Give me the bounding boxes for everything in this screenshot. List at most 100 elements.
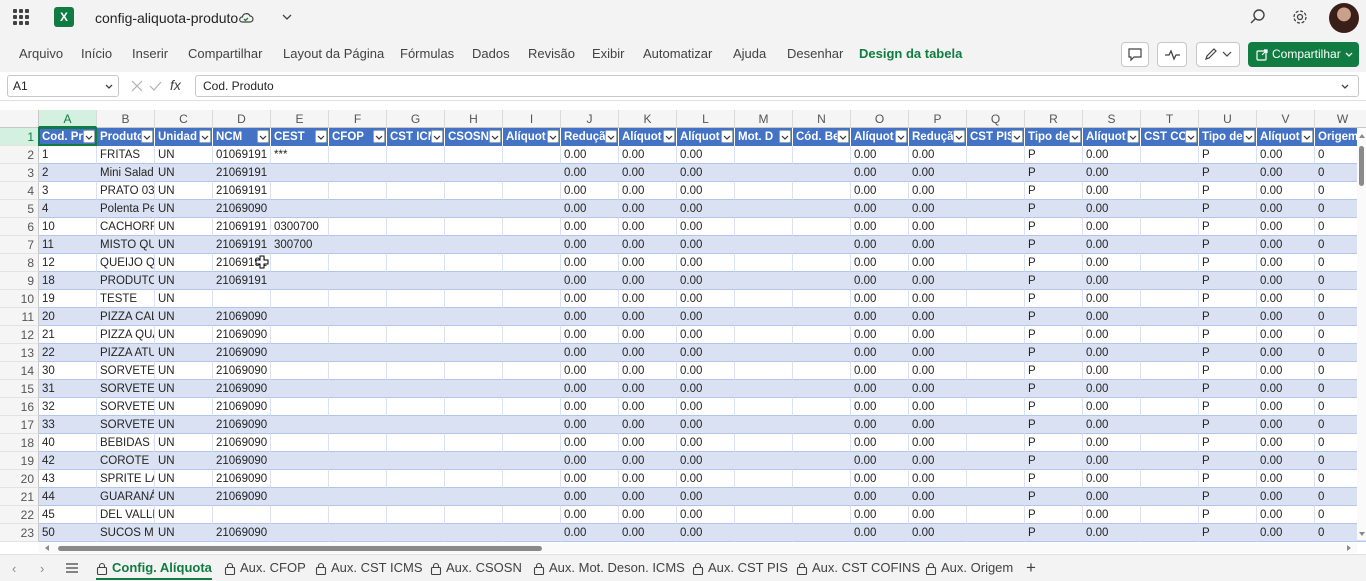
filter-dropdown-icon[interactable]: [953, 130, 965, 143]
table-cell[interactable]: P: [1025, 488, 1083, 506]
table-cell[interactable]: [967, 380, 1025, 398]
column-header-c[interactable]: C: [155, 110, 213, 128]
table-cell[interactable]: 0.00: [1083, 182, 1141, 200]
table-cell[interactable]: [735, 272, 793, 290]
table-cell[interactable]: [967, 218, 1025, 236]
column-header-f[interactable]: F: [329, 110, 387, 128]
table-cell[interactable]: [271, 470, 329, 488]
table-cell[interactable]: 0.00: [619, 236, 677, 254]
table-cell[interactable]: 21069090: [213, 416, 271, 434]
column-header-o[interactable]: O: [851, 110, 909, 128]
table-cell[interactable]: 44: [39, 488, 97, 506]
table-cell[interactable]: [503, 506, 561, 524]
table-cell[interactable]: 0.00: [619, 380, 677, 398]
table-cell[interactable]: 01069191: [213, 146, 271, 164]
table-cell[interactable]: P: [1199, 452, 1257, 470]
table-header-cell[interactable]: CSOSN: [445, 128, 503, 146]
table-cell[interactable]: 0.00: [1083, 146, 1141, 164]
search-icon[interactable]: [1249, 8, 1267, 26]
table-cell[interactable]: [271, 416, 329, 434]
table-cell[interactable]: 0.00: [619, 164, 677, 182]
table-cell[interactable]: [1141, 218, 1199, 236]
table-cell[interactable]: 0.00: [561, 452, 619, 470]
table-cell[interactable]: [793, 182, 851, 200]
table-cell[interactable]: [793, 434, 851, 452]
table-cell[interactable]: P: [1025, 164, 1083, 182]
table-cell[interactable]: 0.00: [561, 236, 619, 254]
table-cell[interactable]: 0.00: [619, 506, 677, 524]
table-cell[interactable]: 21069090: [213, 434, 271, 452]
table-cell[interactable]: [503, 398, 561, 416]
menu-layout-da-pagina[interactable]: Layout da Página: [283, 46, 384, 61]
table-cell[interactable]: [1141, 272, 1199, 290]
cancel-icon[interactable]: [130, 79, 144, 93]
table-cell[interactable]: 0.00: [1257, 290, 1315, 308]
table-cell[interactable]: [329, 452, 387, 470]
table-cell[interactable]: 0.00: [851, 344, 909, 362]
table-cell[interactable]: 0.00: [677, 182, 735, 200]
table-cell[interactable]: P: [1199, 470, 1257, 488]
table-cell[interactable]: [1141, 200, 1199, 218]
table-header-cell[interactable]: Alíquot: [1083, 128, 1141, 146]
sheet-tab[interactable]: Config. Alíquota: [96, 560, 212, 580]
table-cell[interactable]: [445, 362, 503, 380]
table-cell[interactable]: [967, 164, 1025, 182]
table-cell[interactable]: P: [1199, 290, 1257, 308]
table-cell[interactable]: P: [1025, 200, 1083, 218]
table-header-cell[interactable]: Reduçã: [561, 128, 619, 146]
table-cell[interactable]: [735, 236, 793, 254]
sheet-tab[interactable]: Aux. CST PIS: [692, 560, 788, 575]
table-cell[interactable]: [735, 416, 793, 434]
table-cell[interactable]: [271, 200, 329, 218]
column-header-k[interactable]: K: [619, 110, 677, 128]
table-cell[interactable]: 0.00: [909, 344, 967, 362]
table-cell[interactable]: [329, 200, 387, 218]
menu-arquivo[interactable]: Arquivo: [19, 46, 63, 61]
row-header-12[interactable]: 12: [0, 326, 39, 344]
table-cell[interactable]: [387, 290, 445, 308]
table-cell[interactable]: [503, 182, 561, 200]
table-cell[interactable]: [1141, 326, 1199, 344]
row-header-13[interactable]: 13: [0, 344, 39, 362]
confirm-icon[interactable]: [148, 79, 162, 93]
table-cell[interactable]: [445, 380, 503, 398]
table-cell[interactable]: 0.00: [677, 524, 735, 542]
table-cell[interactable]: [445, 164, 503, 182]
table-cell[interactable]: 0.00: [1257, 488, 1315, 506]
table-cell[interactable]: 12: [39, 254, 97, 272]
table-cell[interactable]: 0.00: [1083, 452, 1141, 470]
table-cell[interactable]: 0.00: [561, 434, 619, 452]
table-cell[interactable]: [329, 488, 387, 506]
column-header-s[interactable]: S: [1083, 110, 1141, 128]
table-cell[interactable]: [387, 506, 445, 524]
table-cell[interactable]: 0.00: [1257, 326, 1315, 344]
menu-design-da-tabela[interactable]: Design da tabela: [859, 46, 962, 61]
table-cell[interactable]: 18: [39, 272, 97, 290]
table-cell[interactable]: [503, 326, 561, 344]
table-cell[interactable]: 0.00: [677, 380, 735, 398]
table-cell[interactable]: 0.00: [677, 452, 735, 470]
row-header-7[interactable]: 7: [0, 236, 39, 254]
table-cell[interactable]: TESTE: [97, 290, 155, 308]
table-cell[interactable]: [793, 398, 851, 416]
table-cell[interactable]: 0.00: [1257, 236, 1315, 254]
comments-button[interactable]: [1121, 42, 1149, 67]
table-cell[interactable]: [503, 146, 561, 164]
table-cell[interactable]: [329, 470, 387, 488]
table-cell[interactable]: [793, 146, 851, 164]
table-cell[interactable]: 0.00: [851, 254, 909, 272]
table-cell[interactable]: 0.00: [1257, 308, 1315, 326]
table-cell[interactable]: [445, 218, 503, 236]
table-header-cell[interactable]: Mot. D: [735, 128, 793, 146]
table-cell[interactable]: [1141, 524, 1199, 542]
table-cell[interactable]: 0.00: [851, 182, 909, 200]
table-cell[interactable]: [793, 290, 851, 308]
table-cell[interactable]: P: [1199, 146, 1257, 164]
menu-compartilhar[interactable]: Compartilhar: [188, 46, 262, 61]
row-header-18[interactable]: 18: [0, 434, 39, 452]
table-cell[interactable]: P: [1199, 308, 1257, 326]
table-cell[interactable]: Polenta Pe: [97, 200, 155, 218]
table-cell[interactable]: [503, 254, 561, 272]
table-cell[interactable]: UN: [155, 524, 213, 542]
table-cell[interactable]: 0.00: [1257, 146, 1315, 164]
